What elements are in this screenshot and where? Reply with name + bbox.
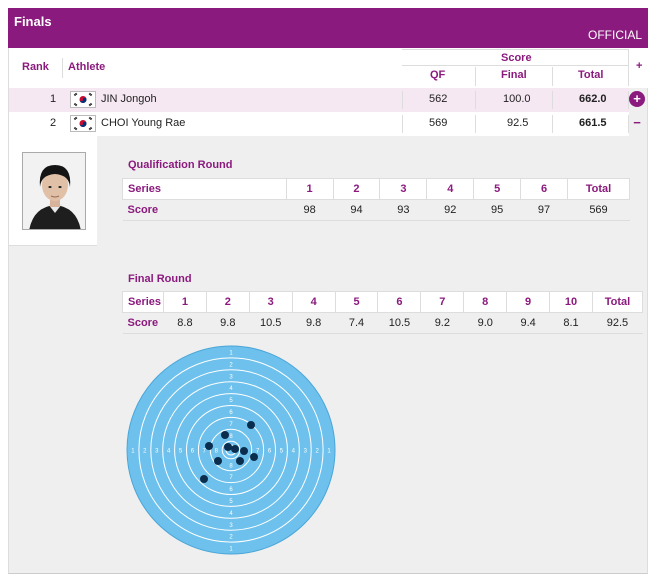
series-total: 92.5 — [592, 312, 643, 334]
series-score: 8.1 — [549, 312, 593, 334]
athlete-name-link[interactable]: CHOI Young Rae — [101, 117, 185, 129]
series-number: 7 — [420, 291, 465, 313]
series-score: 9.0 — [463, 312, 507, 334]
shot-mark — [205, 442, 213, 450]
collapse-row-button[interactable]: − — [629, 115, 645, 131]
shot-mark — [231, 445, 239, 453]
series-score: 10.5 — [249, 312, 293, 334]
final-score-cell: 100.0 — [503, 93, 531, 105]
total-label: Total — [567, 178, 630, 200]
series-score: 92 — [426, 199, 474, 221]
series-number: 8 — [463, 291, 508, 313]
column-divider — [402, 91, 403, 109]
score-group-divider — [402, 49, 628, 50]
series-score: 95 — [473, 199, 521, 221]
series-score: 93 — [379, 199, 427, 221]
table-row[interactable]: 1 JIN Jongoh 562 100.0 662.0 — [9, 88, 629, 112]
shot-mark — [240, 447, 248, 455]
rank-cell: 1 — [50, 93, 57, 105]
qualification-round-title: Qualification Round — [128, 159, 233, 171]
qf-score-cell: 562 — [429, 93, 448, 105]
score-label: Score — [122, 312, 164, 334]
score-group-divider — [402, 65, 628, 66]
shot-mark — [247, 421, 255, 429]
column-divider — [628, 49, 629, 86]
final-series-table: Series 1 2 3 4 5 6 7 8 9 10 Total Score … — [122, 291, 644, 334]
official-status-label: OFFICIAL — [587, 28, 642, 42]
final-column-header: Final — [501, 69, 527, 81]
series-score: 7.4 — [335, 312, 378, 334]
shot-target-diagram: 11112222333344445555666677778888 — [126, 345, 336, 555]
score-group-header: Score — [501, 52, 532, 64]
series-score: 9.4 — [506, 312, 550, 334]
total-score-cell: 661.5 — [579, 117, 607, 129]
rank-column-header: Rank — [22, 61, 49, 73]
athlete-name-link[interactable]: JIN Jongoh — [101, 93, 157, 105]
shot-mark — [236, 457, 244, 465]
column-divider — [552, 115, 553, 133]
series-score: 97 — [520, 199, 568, 221]
qf-score-cell: 569 — [429, 117, 448, 129]
column-divider — [552, 67, 553, 86]
series-score: 9.8 — [206, 312, 250, 334]
final-round-title: Final Round — [128, 273, 192, 285]
shot-mark — [214, 457, 222, 465]
expand-all-button[interactable]: + — [636, 60, 642, 72]
column-divider — [402, 115, 403, 133]
series-score: 8.8 — [163, 312, 207, 334]
athlete-photo-card — [9, 136, 97, 246]
series-number: 10 — [549, 291, 593, 313]
series-number: 4 — [426, 178, 475, 200]
series-number: 4 — [291, 291, 336, 313]
athlete-photo — [22, 152, 86, 230]
series-label: Series — [122, 291, 164, 313]
korea-flag-icon — [70, 91, 96, 108]
series-score: 94 — [333, 199, 380, 221]
series-score: 10.5 — [377, 312, 421, 334]
series-label: Series — [122, 178, 287, 200]
column-divider — [62, 58, 63, 78]
total-score-cell: 662.0 — [579, 93, 607, 105]
expand-row-button[interactable]: + — [629, 91, 645, 107]
shot-mark — [250, 453, 258, 461]
series-number: 2 — [205, 291, 250, 313]
athlete-column-header: Athlete — [68, 61, 106, 73]
series-number: 9 — [506, 291, 551, 313]
column-divider — [475, 67, 476, 86]
series-number: 3 — [248, 291, 293, 313]
series-number: 5 — [334, 291, 379, 313]
finals-header: Finals OFFICIAL — [8, 8, 648, 48]
shot-mark — [221, 431, 229, 439]
score-label: Score — [122, 199, 287, 221]
series-number: 2 — [332, 178, 381, 200]
qf-column-header: QF — [430, 69, 446, 81]
qualification-series-table: Series 1 2 3 4 5 6 Total Score 98 94 93 … — [122, 178, 630, 221]
series-score: 98 — [286, 199, 334, 221]
series-number: 1 — [285, 178, 334, 200]
column-divider — [552, 91, 553, 109]
total-column-header: Total — [578, 69, 604, 81]
series-number: 5 — [473, 178, 522, 200]
series-score: 9.8 — [292, 312, 336, 334]
shot-mark — [224, 443, 232, 451]
rank-cell: 2 — [50, 117, 57, 129]
shot-mark — [200, 475, 208, 483]
column-divider — [475, 115, 476, 133]
table-row[interactable]: 2 CHOI Young Rae 569 92.5 661.5 — [9, 112, 629, 136]
total-label: Total — [591, 291, 644, 313]
series-number: 3 — [379, 178, 428, 200]
column-divider — [475, 91, 476, 109]
korea-flag-icon — [70, 115, 96, 132]
results-panel: Rank Athlete Score QF Final Total + 1 JI… — [8, 48, 649, 574]
results-column-header: Rank Athlete Score QF Final Total + — [9, 48, 649, 88]
series-total: 569 — [567, 199, 630, 221]
series-score: 9.2 — [420, 312, 464, 334]
page-title: Finals — [14, 14, 52, 29]
final-score-cell: 92.5 — [507, 117, 529, 129]
series-number: 1 — [162, 291, 207, 313]
series-number: 6 — [520, 178, 568, 200]
series-number: 6 — [377, 291, 422, 313]
